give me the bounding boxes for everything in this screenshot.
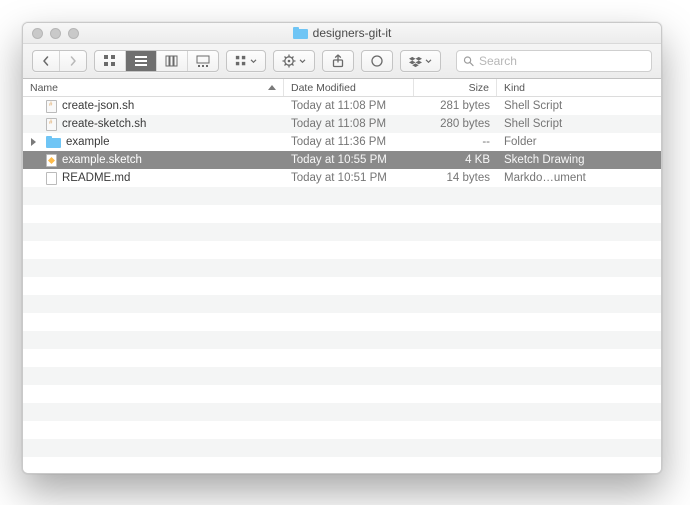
cell-kind: Folder xyxy=(497,136,661,148)
sketch-file-icon xyxy=(46,154,57,167)
search-input[interactable] xyxy=(479,54,645,68)
tags-button[interactable] xyxy=(362,51,392,71)
forward-button[interactable] xyxy=(60,51,86,71)
titlebar: designers-git-it xyxy=(23,23,661,44)
cell-date: Today at 11:08 PM xyxy=(284,118,414,130)
shell-file-icon xyxy=(46,100,57,113)
file-name: create-sketch.sh xyxy=(62,118,146,130)
view-list-button[interactable] xyxy=(126,51,157,71)
shell-file-icon xyxy=(46,118,57,131)
search-icon xyxy=(463,55,474,67)
arrange-button-group xyxy=(226,50,266,72)
window-title-text: designers-git-it xyxy=(313,26,392,40)
empty-row xyxy=(23,403,661,421)
share-button-group xyxy=(322,50,354,72)
action-button-group xyxy=(273,50,315,72)
file-name: example.sketch xyxy=(62,154,142,166)
table-row[interactable]: create-json.sh Today at 11:08 PM281 bytes… xyxy=(23,97,661,115)
empty-row xyxy=(23,313,661,331)
view-switcher xyxy=(94,50,219,72)
cell-name: README.md xyxy=(23,172,284,185)
column-headers: Name Date Modified Size Kind xyxy=(23,79,661,97)
cell-size: 281 bytes xyxy=(414,100,497,112)
cell-date: Today at 10:51 PM xyxy=(284,172,414,184)
header-kind[interactable]: Kind xyxy=(497,79,661,96)
finder-window: designers-git-it xyxy=(22,22,662,474)
zoom-button[interactable] xyxy=(68,28,79,39)
cell-date: Today at 11:36 PM xyxy=(284,136,414,148)
view-icon-button[interactable] xyxy=(95,51,126,71)
empty-row xyxy=(23,241,661,259)
view-gallery-button[interactable] xyxy=(188,51,218,71)
header-name-label: Name xyxy=(30,82,58,94)
dropbox-button[interactable] xyxy=(401,51,440,71)
table-row[interactable]: create-sketch.sh Today at 11:08 PM280 byt… xyxy=(23,115,661,133)
cell-date: Today at 10:55 PM xyxy=(284,154,414,166)
close-button[interactable] xyxy=(32,28,43,39)
file-icon xyxy=(46,172,57,185)
window-title: designers-git-it xyxy=(23,26,661,40)
cell-size: -- xyxy=(414,136,497,148)
cell-kind: Shell Script xyxy=(497,100,661,112)
header-date-label: Date Modified xyxy=(291,82,356,94)
tags-button-group xyxy=(361,50,393,72)
empty-row xyxy=(23,205,661,223)
minimize-button[interactable] xyxy=(50,28,61,39)
file-name: README.md xyxy=(62,172,130,184)
empty-row xyxy=(23,295,661,313)
cell-name: create-json.sh xyxy=(23,100,284,113)
empty-row xyxy=(23,421,661,439)
cell-kind: Markdo…ument xyxy=(497,172,661,184)
cell-name: create-sketch.sh xyxy=(23,118,284,131)
folder-icon xyxy=(293,27,308,39)
folder-icon xyxy=(46,136,61,148)
traffic-lights xyxy=(32,28,79,39)
toolbar xyxy=(23,44,661,79)
action-button[interactable] xyxy=(274,51,314,71)
search-field[interactable] xyxy=(456,50,652,72)
cell-size: 280 bytes xyxy=(414,118,497,130)
search-wrap xyxy=(448,50,652,72)
share-button[interactable] xyxy=(323,51,353,71)
header-name[interactable]: Name xyxy=(23,79,284,96)
cell-date: Today at 11:08 PM xyxy=(284,100,414,112)
empty-row xyxy=(23,223,661,241)
table-row[interactable]: README.md Today at 10:51 PM14 bytesMarkdo… xyxy=(23,169,661,187)
cell-name: example.sketch xyxy=(23,154,284,167)
cell-size: 14 bytes xyxy=(414,172,497,184)
cell-size: 4 KB xyxy=(414,154,497,166)
file-list[interactable]: create-json.sh Today at 11:08 PM281 bytes… xyxy=(23,97,661,473)
header-date[interactable]: Date Modified xyxy=(284,79,414,96)
table-row[interactable]: example Today at 11:36 PM--Folder xyxy=(23,133,661,151)
empty-row xyxy=(23,331,661,349)
file-name: create-json.sh xyxy=(62,100,134,112)
empty-row xyxy=(23,367,661,385)
header-size-label: Size xyxy=(469,82,489,94)
empty-row xyxy=(23,187,661,205)
empty-row xyxy=(23,439,661,457)
cell-name: example xyxy=(23,136,284,148)
view-column-button[interactable] xyxy=(157,51,188,71)
table-row[interactable]: example.sketch Today at 10:55 PM4 KBSketc… xyxy=(23,151,661,169)
sort-ascending-icon xyxy=(268,85,276,90)
back-button[interactable] xyxy=(33,51,60,71)
empty-row xyxy=(23,457,661,473)
disclosure-triangle[interactable] xyxy=(29,138,37,146)
chevron-right-icon xyxy=(31,138,36,146)
file-name: example xyxy=(66,136,109,148)
empty-row xyxy=(23,277,661,295)
empty-row xyxy=(23,385,661,403)
dropbox-button-group xyxy=(400,50,441,72)
arrange-button[interactable] xyxy=(227,51,265,71)
cell-kind: Sketch Drawing xyxy=(497,154,661,166)
empty-row xyxy=(23,349,661,367)
cell-kind: Shell Script xyxy=(497,118,661,130)
header-size[interactable]: Size xyxy=(414,79,497,96)
header-kind-label: Kind xyxy=(504,82,525,94)
empty-row xyxy=(23,259,661,277)
nav-buttons xyxy=(32,50,87,72)
